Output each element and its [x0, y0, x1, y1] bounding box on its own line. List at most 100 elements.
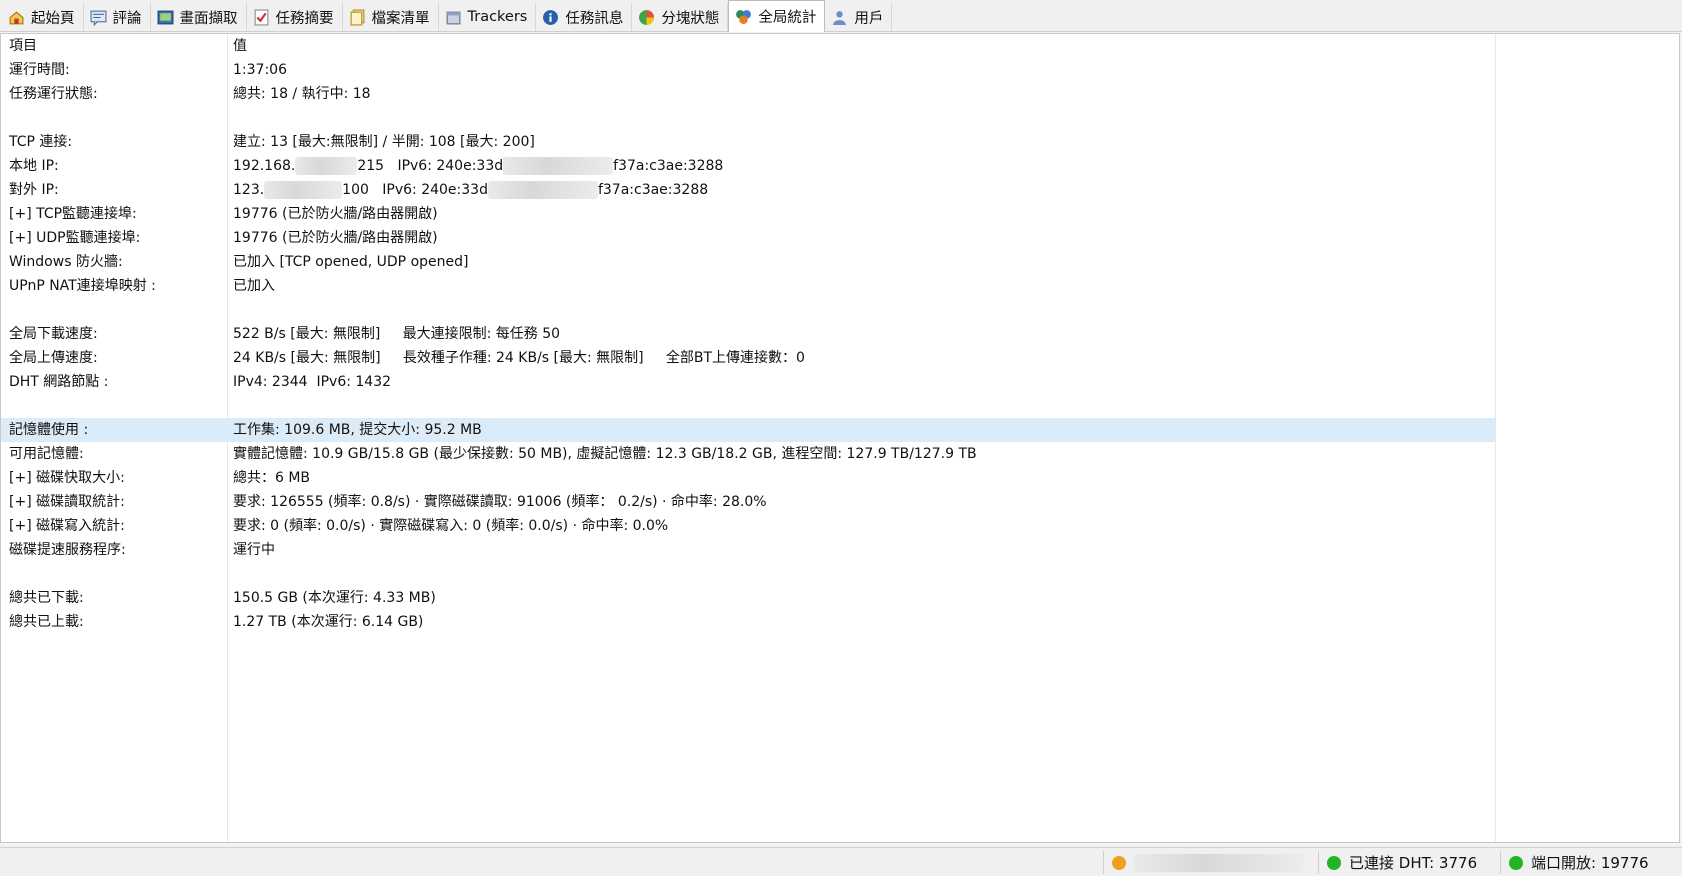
table-row-selected[interactable]: 記憶體使用 : 工作集: 109.6 MB, 提交大小: 95.2 MB: [1, 418, 1495, 442]
redacted-blur: [487, 181, 598, 199]
files-icon: [349, 9, 366, 26]
status-dht-section[interactable]: 已連接 DHT: 3776: [1318, 851, 1498, 874]
screenshot-icon: [157, 9, 174, 26]
table-row[interactable]: [+] 磁碟快取大小: 總共：6 MB: [1, 466, 1495, 490]
row-key: 運行時間:: [9, 62, 70, 78]
row-value: 150.5 GB (本次運行: 4.33 MB): [233, 590, 436, 606]
row-value: 已加入 [TCP opened, UDP opened]: [233, 254, 469, 270]
header-value[interactable]: 值: [233, 34, 247, 58]
table-row: 全局上傳速度: 24 KB/s [最大: 無限制] 長效種子作種: 24 KB/…: [1, 346, 1495, 370]
row-value: 要求: 126555 (頻率: 0.8/s) · 實際磁碟讀取: 91006 (…: [233, 494, 767, 510]
local-ipv6-prefix: IPv6: 240e:33d: [397, 158, 504, 174]
row-key: UPnP NAT連接埠映射 :: [9, 278, 156, 294]
tab-label: 畫面擷取: [179, 10, 238, 27]
row-key: Windows 防火牆:: [9, 254, 123, 270]
row-value-public-ip: 123. 100 IPv6: 240e:33d f37a:c3ae:3288: [233, 178, 708, 202]
row-value: 19776 (已於防火牆/路由器開啟): [233, 230, 438, 246]
table-row: Windows 防火牆: 已加入 [TCP opened, UDP opened…: [1, 250, 1495, 274]
redacted-blur: [1134, 853, 1304, 872]
row-value-local-ip: 192.168. 215 IPv6: 240e:33d f37a:c3ae:3288: [233, 154, 723, 178]
header-item[interactable]: 項目: [9, 34, 37, 58]
table-row[interactable]: [+] 磁碟讀取統計: 要求: 126555 (頻率: 0.8/s) · 實際磁…: [1, 490, 1495, 514]
dht-status-text: 已連接 DHT: 3776: [1349, 854, 1478, 872]
port-status-text: 端口開放: 19776: [1531, 854, 1649, 872]
row-key: DHT 網路節點 :: [9, 374, 109, 390]
row-key: 對外 IP:: [9, 182, 59, 198]
public-ip-suffix: 100: [342, 182, 369, 198]
table-row[interactable]: [+] UDP監聽連接埠: 19776 (已於防火牆/路由器開啟): [1, 226, 1495, 250]
tab-label: 用戶: [854, 10, 884, 27]
row-value: 1:37:06: [233, 62, 287, 78]
row-value: 實體記憶體: 10.9 GB/15.8 GB (最少保接數: 50 MB), 虛…: [233, 446, 977, 462]
tab-users[interactable]: 用戶: [825, 3, 893, 31]
row-key-expandable[interactable]: [+] 磁碟寫入統計:: [9, 514, 125, 538]
tab-global-stats[interactable]: 全局統計: [728, 0, 826, 32]
row-key: 本地 IP:: [9, 158, 59, 174]
global-stats-panel: 項目 值 運行時間: 1:37:06 任務運行狀態: 總共: 18 / 執行中:…: [0, 33, 1680, 843]
table-row: 運行時間: 1:37:06: [1, 58, 1495, 82]
local-ipv6-suffix: f37a:c3ae:3288: [613, 158, 724, 174]
row-key: 全局下載速度:: [9, 326, 98, 342]
row-value: 522 B/s [最大: 無限制] 最大連接限制: 每任務 50: [233, 326, 561, 342]
row-key: 全局上傳速度:: [9, 350, 98, 366]
row-key: 總共已下載:: [9, 590, 84, 606]
tab-task-info[interactable]: 任務訊息: [536, 3, 633, 31]
row-value: 建立: 13 [最大:無限制] / 半開: 108 [最大: 200]: [233, 134, 535, 150]
dht-status-icon: [1327, 855, 1341, 870]
tab-screenshots[interactable]: 畫面擷取: [151, 3, 247, 31]
row-value: 1.27 TB (本次運行: 6.14 GB): [233, 614, 424, 630]
stats-table: 項目 值 運行時間: 1:37:06 任務運行狀態: 總共: 18 / 執行中:…: [1, 34, 1495, 634]
row-key: 總共已上載:: [9, 614, 84, 630]
tab-file-list[interactable]: 檔案清單: [343, 3, 439, 31]
row-key: 記憶體使用 :: [9, 422, 89, 438]
status-speed-section[interactable]: [1103, 851, 1315, 874]
status-bar: 已連接 DHT: 3776 端口開放: 19776: [0, 847, 1682, 876]
table-row: 全局下載速度: 522 B/s [最大: 無限制] 最大連接限制: 每任務 50: [1, 322, 1495, 346]
spacer-row: [1, 106, 1495, 130]
public-ipv6-prefix: IPv6: 240e:33d: [382, 182, 488, 198]
tab-comments[interactable]: 評論: [84, 3, 151, 31]
public-ipv6-suffix: f37a:c3ae:3288: [597, 182, 709, 198]
tab-trackers[interactable]: Trackers: [439, 3, 537, 31]
table-row: TCP 連接: 建立: 13 [最大:無限制] / 半開: 108 [最大: 2…: [1, 130, 1495, 154]
trackers-icon: [445, 9, 462, 26]
row-key-expandable[interactable]: [+] TCP監聽連接埠:: [9, 202, 137, 226]
tab-label: 全局統計: [758, 10, 817, 26]
tab-label: 檔案清單: [371, 10, 430, 27]
column-divider-right[interactable]: [1495, 34, 1496, 842]
row-key-expandable[interactable]: [+] 磁碟快取大小:: [9, 466, 125, 490]
status-port-section[interactable]: 端口開放: 19776: [1500, 851, 1682, 874]
spacer-row: [1, 298, 1495, 322]
tab-start[interactable]: 起始頁: [2, 3, 84, 31]
tab-label: 起始頁: [31, 10, 75, 27]
table-row: 本地 IP: 192.168. 215 IPv6: 240e:33d f37a:c3…: [1, 154, 1495, 178]
home-icon: [8, 9, 25, 26]
tab-label: 分塊狀態: [661, 10, 720, 27]
row-key-expandable[interactable]: [+] 磁碟讀取統計:: [9, 490, 125, 514]
row-value: 已加入: [233, 278, 275, 294]
row-key: 可用記憶體:: [9, 446, 84, 462]
table-row[interactable]: [+] 磁碟寫入統計: 要求: 0 (頻率: 0.0/s) · 實際磁碟寫入: …: [1, 514, 1495, 538]
table-row: 可用記憶體: 實體記憶體: 10.9 GB/15.8 GB (最少保接數: 50…: [1, 442, 1495, 466]
comment-icon: [90, 9, 107, 26]
tab-task-summary[interactable]: 任務摘要: [247, 3, 343, 31]
table-header: 項目 值: [1, 34, 1495, 58]
spacer-row: [1, 562, 1495, 586]
row-value: 要求: 0 (頻率: 0.0/s) · 實際磁碟寫入: 0 (頻率: 0.0/s…: [233, 518, 669, 534]
table-row[interactable]: [+] TCP監聽連接埠: 19776 (已於防火牆/路由器開啟): [1, 202, 1495, 226]
row-key: 磁碟提速服務程序:: [9, 542, 126, 558]
tab-label: 任務訊息: [565, 10, 624, 27]
tab-bar: 起始頁 評論 畫面擷取 任務摘要 檔案清單 Trackers 任務訊息 分塊狀態 全局統計 用戶: [0, 0, 1682, 32]
local-ip-prefix: 192.168.: [233, 158, 296, 174]
row-value: 總共: 18 / 執行中: 18: [233, 86, 371, 102]
table-row: 總共已下載: 150.5 GB (本次運行: 4.33 MB): [1, 586, 1495, 610]
row-key: TCP 連接:: [9, 134, 73, 150]
row-key-expandable[interactable]: [+] UDP監聽連接埠:: [9, 226, 140, 250]
redacted-blur: [503, 157, 614, 175]
table-row: UPnP NAT連接埠映射 : 已加入: [1, 274, 1495, 298]
pie-chart-icon: [638, 9, 655, 26]
tab-label: 任務摘要: [275, 10, 334, 27]
tab-piece-status[interactable]: 分塊狀態: [632, 3, 729, 31]
table-row: 總共已上載: 1.27 TB (本次運行: 6.14 GB): [1, 610, 1495, 634]
row-value: 運行中: [233, 542, 275, 558]
